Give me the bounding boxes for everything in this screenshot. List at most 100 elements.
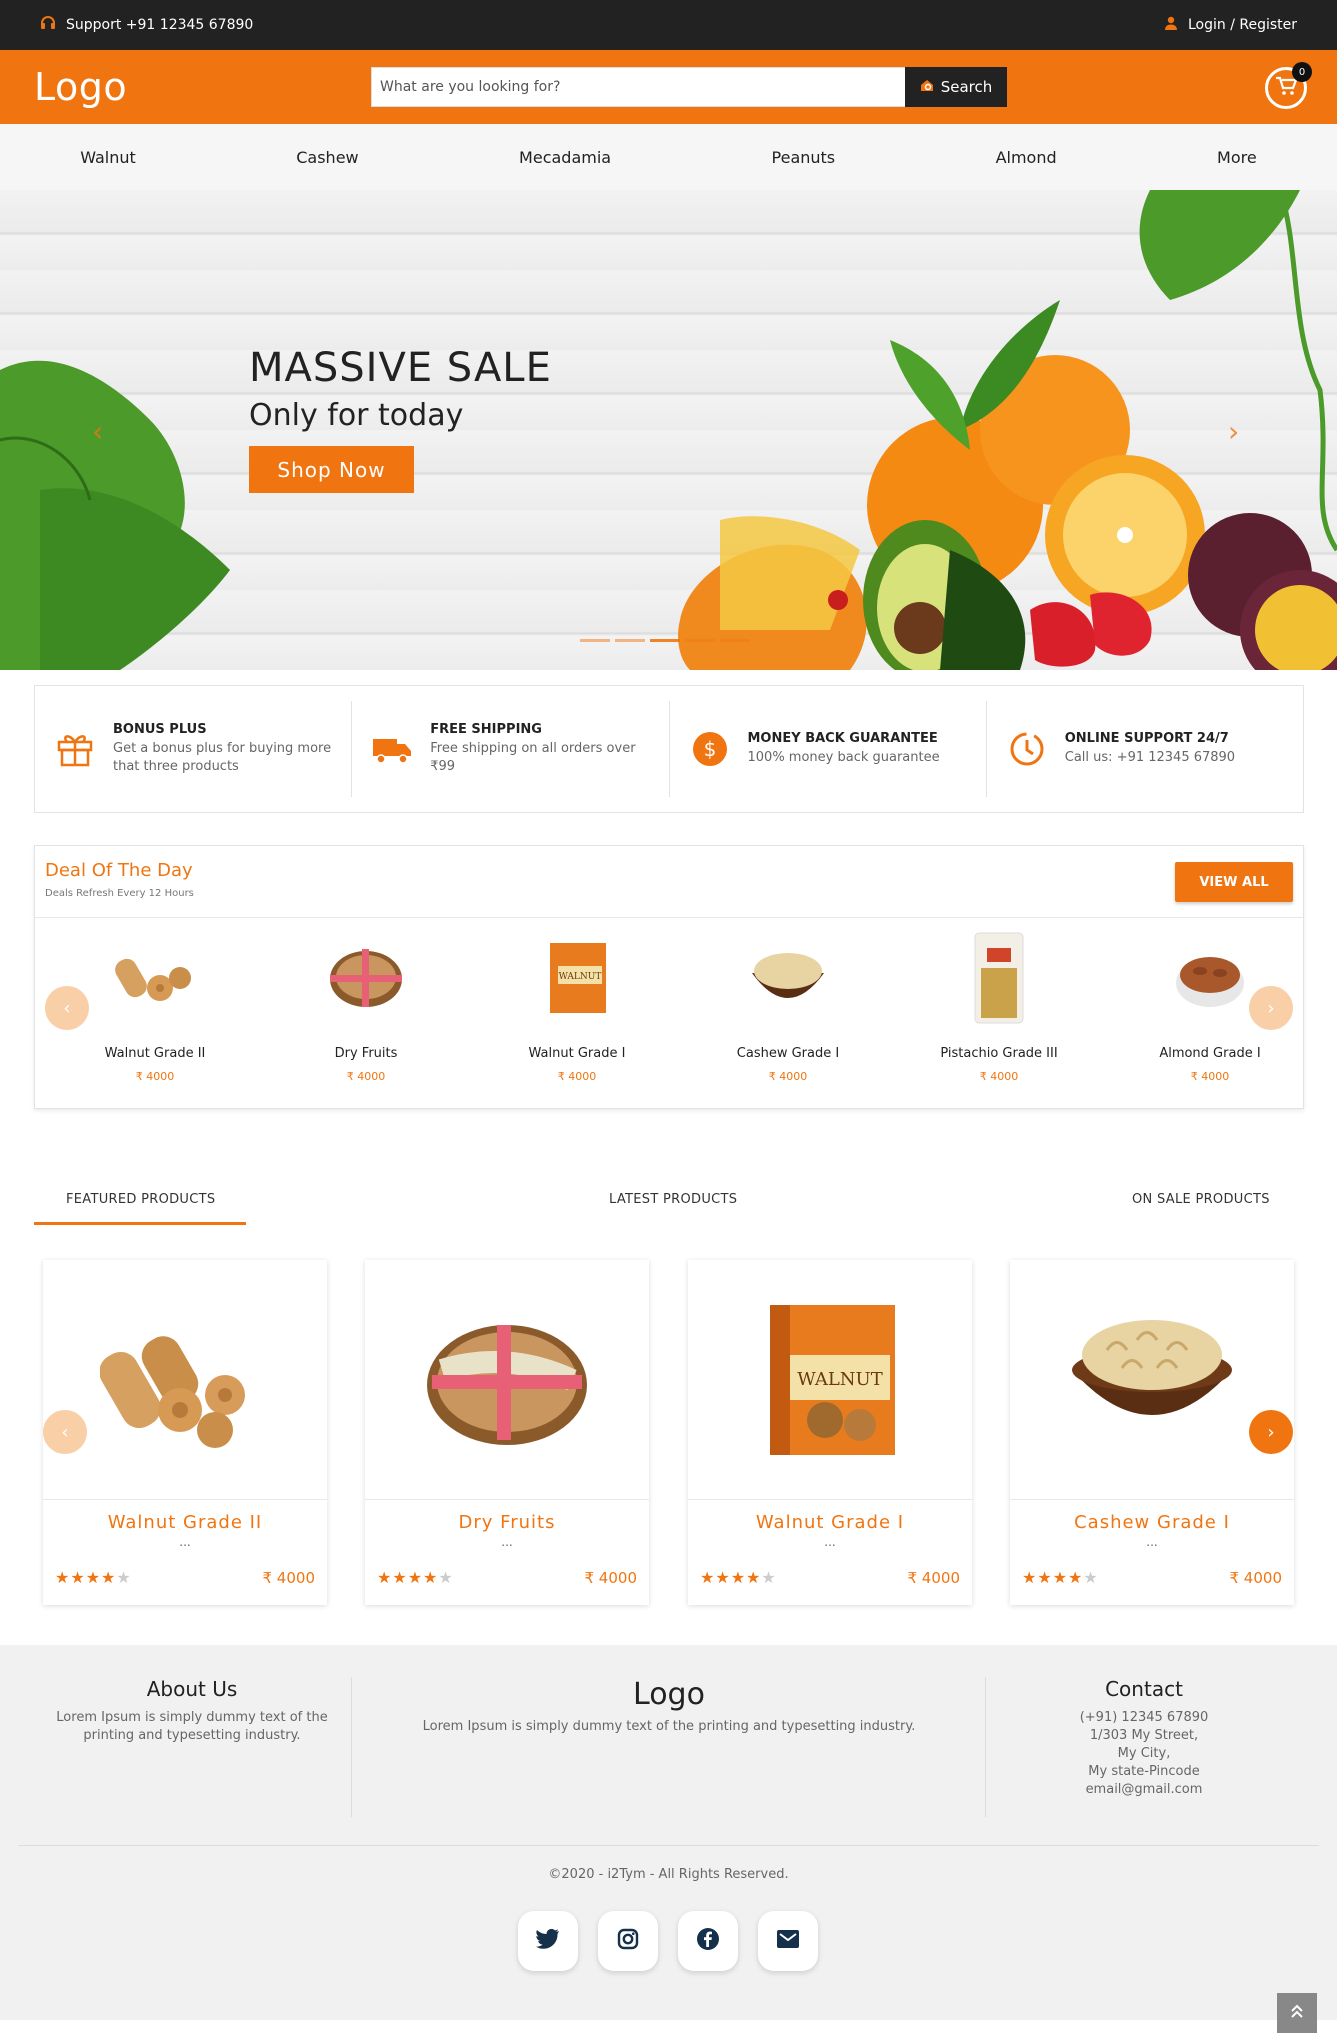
truck-icon (372, 729, 412, 769)
deal-item-name[interactable]: Almond Grade I (1110, 1046, 1310, 1061)
deal-item-image[interactable] (1165, 928, 1255, 1028)
search-input[interactable] (371, 67, 905, 107)
product-image[interactable]: WALNUT (688, 1260, 972, 1500)
user-icon (1164, 16, 1178, 34)
twitter-icon (536, 1928, 560, 1953)
products-next-button[interactable]: › (1249, 1410, 1293, 1454)
rating-stars: ★★★★★ (377, 1568, 454, 1587)
hero-title: MASSIVE SALE (249, 345, 552, 391)
deal-prev-button[interactable]: ‹ (45, 986, 89, 1030)
tab-on-sale-products[interactable]: ON SALE PRODUCTS (1132, 1192, 1270, 1207)
cart-button[interactable]: 0 (1265, 62, 1312, 109)
view-all-button[interactable]: VIEW ALL (1175, 862, 1293, 902)
deal-next-button[interactable]: › (1249, 986, 1293, 1030)
deal-carousel: Walnut Grade II ₹ 4000 Dry Fruits ₹ 4000 WAL… (35, 918, 1303, 1108)
login-register-link[interactable]: Login / Register (1164, 16, 1297, 34)
deal-item-image[interactable] (954, 928, 1044, 1028)
tab-featured-products[interactable]: FEATURED PRODUCTS (66, 1192, 215, 1207)
deal-item-image[interactable] (743, 928, 833, 1028)
nav-item-walnut[interactable]: Walnut (80, 148, 136, 167)
carousel-dot[interactable] (580, 639, 610, 642)
clock-icon (1007, 729, 1047, 769)
product-image[interactable] (365, 1260, 649, 1500)
facebook-link[interactable] (678, 1911, 738, 1971)
tab-latest-products[interactable]: LATEST PRODUCTS (609, 1192, 737, 1207)
deal-title: Deal Of The Day (45, 860, 193, 881)
cart-icon (1275, 76, 1298, 100)
carousel-dot[interactable] (720, 639, 750, 642)
contact-city: My City, (1117, 1746, 1171, 1761)
deal-item-name[interactable]: Pistachio Grade III (899, 1046, 1099, 1061)
footer-separator (18, 1845, 1319, 1846)
product-card[interactable]: WALNUT Walnut Grade I ... ★★★★★ ₹ 4000 (688, 1260, 972, 1605)
login-text[interactable]: Login / Register (1188, 17, 1297, 33)
products-prev-button[interactable]: ‹ (43, 1410, 87, 1454)
deal-item-image[interactable] (321, 928, 411, 1028)
footer-contact-title: Contact (1105, 1677, 1183, 1701)
nav-item-more[interactable]: More (1217, 148, 1257, 167)
instagram-link[interactable] (598, 1911, 658, 1971)
deal-item-name[interactable]: Walnut Grade I (477, 1046, 677, 1061)
rating-stars: ★★★★★ (55, 1568, 132, 1587)
product-card[interactable]: Dry Fruits ... ★★★★★ ₹ 4000 (365, 1260, 649, 1605)
deal-item-name[interactable]: Cashew Grade I (688, 1046, 888, 1061)
header: Logo Search 0 (0, 50, 1337, 124)
product-name[interactable]: Dry Fruits (365, 1512, 649, 1533)
feature-title: ONLINE SUPPORT 24/7 (1064, 731, 1229, 746)
features-strip: BONUS PLUS Get a bonus plus for buying mo… (34, 685, 1304, 813)
top-bar: Support +91 12345 67890 Login / Register (0, 0, 1337, 50)
deal-subtitle: Deals Refresh Every 12 Hours (45, 888, 194, 899)
shop-now-button[interactable]: Shop Now (249, 446, 414, 493)
contact-email[interactable]: email@gmail.com (1024, 1781, 1264, 1799)
feature-bonus-plus: BONUS PLUS Get a bonus plus for buying mo… (35, 701, 353, 797)
footer-logo-block: Logo Lorem Ipsum is simply dummy text of… (400, 1677, 938, 1736)
deal-item-image[interactable] (110, 928, 200, 1028)
deal-item-name[interactable]: Walnut Grade II (55, 1046, 255, 1061)
product-description: ... (501, 1535, 513, 1549)
nav-item-almond[interactable]: Almond (996, 148, 1057, 167)
hero-next-arrow[interactable]: › (1228, 415, 1239, 448)
product-description: ... (179, 1535, 191, 1549)
footer-logo[interactable]: Logo (400, 1677, 938, 1712)
search-button[interactable]: Search (905, 67, 1007, 107)
deal-item[interactable]: Dry Fruits ₹ 4000 (266, 918, 466, 1108)
product-image[interactable] (1010, 1260, 1294, 1500)
deal-item-price: ₹ 4000 (557, 1070, 597, 1083)
carousel-dot[interactable] (685, 639, 715, 642)
headset-icon (40, 15, 56, 35)
deal-item-image[interactable]: WALNUT (532, 928, 622, 1028)
deal-header: Deal Of The Day Deals Refresh Every 12 H… (35, 846, 1303, 918)
hero-prev-arrow[interactable]: ‹ (92, 415, 103, 448)
deal-item[interactable]: WALNUT Walnut Grade I ₹ 4000 (477, 918, 677, 1108)
deal-item[interactable]: Cashew Grade I ₹ 4000 (688, 918, 888, 1108)
svg-text:WALNUT: WALNUT (559, 972, 602, 982)
nav-item-peanuts[interactable]: Peanuts (772, 148, 836, 167)
deal-item[interactable]: Pistachio Grade III ₹ 4000 (899, 918, 1099, 1108)
carousel-dot[interactable] (650, 639, 680, 642)
hero-carousel-indicators (580, 639, 750, 642)
product-image[interactable] (43, 1260, 327, 1500)
deal-item-price: ₹ 4000 (346, 1070, 386, 1083)
back-to-top-button[interactable] (1277, 1993, 1317, 2033)
nav-item-cashew[interactable]: Cashew (296, 148, 358, 167)
svg-text:$: $ (703, 737, 716, 761)
chevron-right-icon: › (1267, 997, 1275, 1019)
product-price: ₹ 4000 (907, 1568, 961, 1587)
feature-text: Get a bonus plus for buying more that th… (113, 741, 332, 774)
nav-item-mecadamia[interactable]: Mecadamia (519, 148, 611, 167)
product-name[interactable]: Walnut Grade I (688, 1512, 972, 1533)
product-description: ... (824, 1535, 836, 1549)
product-tabs: FEATURED PRODUCTS LATEST PRODUCTS ON SAL… (34, 1180, 1304, 1226)
footer-divider (351, 1677, 352, 1817)
footer: About Us Lorem Ipsum is simply dummy tex… (0, 1645, 1337, 2020)
email-link[interactable] (758, 1911, 818, 1971)
product-name[interactable]: Cashew Grade I (1010, 1512, 1294, 1533)
site-logo[interactable]: Logo (34, 65, 127, 109)
active-tab-underline (34, 1222, 246, 1225)
deal-item-name[interactable]: Dry Fruits (266, 1046, 466, 1061)
product-name[interactable]: Walnut Grade II (43, 1512, 327, 1533)
footer-contact: Contact (+91) 12345 67890 1/303 My Stree… (1024, 1677, 1264, 1799)
twitter-link[interactable] (518, 1911, 578, 1971)
carousel-dot[interactable] (615, 639, 645, 642)
cart-count-badge: 0 (1292, 62, 1312, 82)
